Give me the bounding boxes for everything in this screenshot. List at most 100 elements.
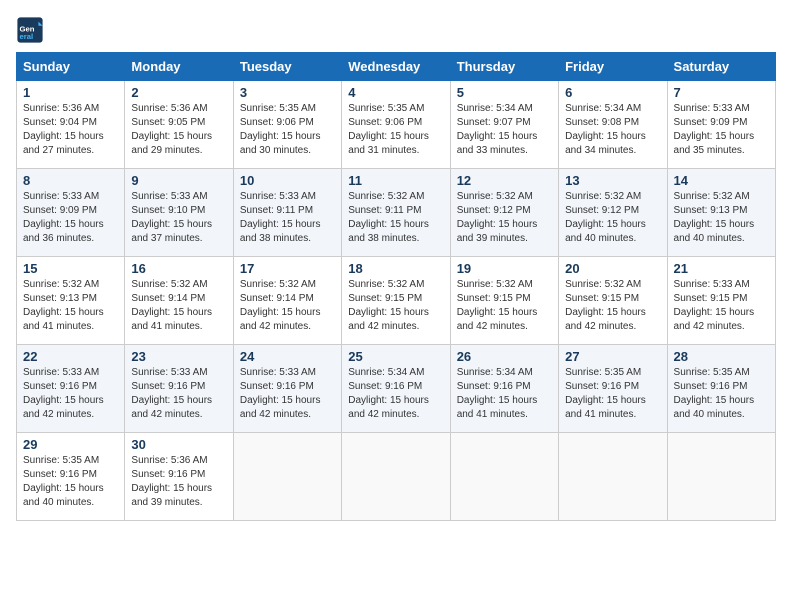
day-info: Sunrise: 5:33 AMSunset: 9:16 PMDaylight:… — [131, 366, 226, 422]
calendar-week-1: 1 Sunrise: 5:36 AMSunset: 9:04 PMDaylight… — [17, 81, 776, 169]
calendar-cell-23: 23 Sunrise: 5:33 AMSunset: 9:16 PMDayligh… — [125, 345, 233, 433]
day-number: 14 — [674, 173, 769, 188]
calendar-cell-10: 10 Sunrise: 5:33 AMSunset: 9:11 PMDayligh… — [233, 169, 341, 257]
day-number: 6 — [565, 85, 660, 100]
day-number: 25 — [348, 349, 443, 364]
day-number: 7 — [674, 85, 769, 100]
calendar-header-saturday: Saturday — [667, 53, 775, 81]
day-number: 21 — [674, 261, 769, 276]
calendar-cell-2: 2 Sunrise: 5:36 AMSunset: 9:05 PMDaylight… — [125, 81, 233, 169]
calendar-cell-16: 16 Sunrise: 5:32 AMSunset: 9:14 PMDayligh… — [125, 257, 233, 345]
day-number: 3 — [240, 85, 335, 100]
day-number: 2 — [131, 85, 226, 100]
day-info: Sunrise: 5:32 AMSunset: 9:12 PMDaylight:… — [565, 190, 660, 246]
calendar-cell-14: 14 Sunrise: 5:32 AMSunset: 9:13 PMDayligh… — [667, 169, 775, 257]
day-number: 19 — [457, 261, 552, 276]
day-number: 9 — [131, 173, 226, 188]
day-number: 16 — [131, 261, 226, 276]
svg-text:eral: eral — [20, 32, 34, 41]
day-info: Sunrise: 5:33 AMSunset: 9:09 PMDaylight:… — [674, 102, 769, 158]
day-info: Sunrise: 5:33 AMSunset: 9:11 PMDaylight:… — [240, 190, 335, 246]
day-number: 4 — [348, 85, 443, 100]
calendar-cell-13: 13 Sunrise: 5:32 AMSunset: 9:12 PMDayligh… — [559, 169, 667, 257]
calendar-cell-4: 4 Sunrise: 5:35 AMSunset: 9:06 PMDaylight… — [342, 81, 450, 169]
day-info: Sunrise: 5:33 AMSunset: 9:16 PMDaylight:… — [23, 366, 118, 422]
calendar-week-4: 22 Sunrise: 5:33 AMSunset: 9:16 PMDayligh… — [17, 345, 776, 433]
day-number: 22 — [23, 349, 118, 364]
day-info: Sunrise: 5:32 AMSunset: 9:15 PMDaylight:… — [457, 278, 552, 334]
calendar-cell-1: 1 Sunrise: 5:36 AMSunset: 9:04 PMDaylight… — [17, 81, 125, 169]
calendar-cell-8: 8 Sunrise: 5:33 AMSunset: 9:09 PMDaylight… — [17, 169, 125, 257]
day-number: 28 — [674, 349, 769, 364]
day-number: 11 — [348, 173, 443, 188]
day-number: 27 — [565, 349, 660, 364]
logo: Gen eral — [16, 16, 48, 44]
calendar-cell-21: 21 Sunrise: 5:33 AMSunset: 9:15 PMDayligh… — [667, 257, 775, 345]
calendar-cell-empty — [233, 433, 341, 521]
calendar-cell-22: 22 Sunrise: 5:33 AMSunset: 9:16 PMDayligh… — [17, 345, 125, 433]
page-header: Gen eral — [16, 16, 776, 44]
day-info: Sunrise: 5:36 AMSunset: 9:04 PMDaylight:… — [23, 102, 118, 158]
calendar-cell-17: 17 Sunrise: 5:32 AMSunset: 9:14 PMDayligh… — [233, 257, 341, 345]
day-number: 5 — [457, 85, 552, 100]
day-info: Sunrise: 5:35 AMSunset: 9:16 PMDaylight:… — [674, 366, 769, 422]
day-info: Sunrise: 5:36 AMSunset: 9:16 PMDaylight:… — [131, 454, 226, 510]
day-info: Sunrise: 5:32 AMSunset: 9:13 PMDaylight:… — [674, 190, 769, 246]
day-number: 10 — [240, 173, 335, 188]
day-number: 30 — [131, 437, 226, 452]
calendar-cell-3: 3Sunrise: 5:35 AMSunset: 9:06 PMDaylight… — [233, 81, 341, 169]
day-number: 1 — [23, 85, 118, 100]
day-number: 26 — [457, 349, 552, 364]
day-number: 20 — [565, 261, 660, 276]
calendar-cell-25: 25Sunrise: 5:34 AMSunset: 9:16 PMDayligh… — [342, 345, 450, 433]
calendar-cell-29: 29 Sunrise: 5:35 AMSunset: 9:16 PMDayligh… — [17, 433, 125, 521]
calendar-cell-20: 20 Sunrise: 5:32 AMSunset: 9:15 PMDayligh… — [559, 257, 667, 345]
calendar-cell-15: 15 Sunrise: 5:32 AMSunset: 9:13 PMDayligh… — [17, 257, 125, 345]
calendar-header-sunday: Sunday — [17, 53, 125, 81]
calendar-header-monday: Monday — [125, 53, 233, 81]
day-info: Sunrise: 5:32 AMSunset: 9:11 PMDaylight:… — [348, 190, 443, 246]
day-info: Sunrise: 5:32 AMSunset: 9:14 PMDaylight:… — [240, 278, 335, 334]
day-info: Sunrise: 5:32 AMSunset: 9:14 PMDaylight:… — [131, 278, 226, 334]
calendar-header-row: SundayMondayTuesdayWednesdayThursdayFrid… — [17, 53, 776, 81]
calendar-cell-11: 11 Sunrise: 5:32 AMSunset: 9:11 PMDayligh… — [342, 169, 450, 257]
calendar-week-3: 15 Sunrise: 5:32 AMSunset: 9:13 PMDayligh… — [17, 257, 776, 345]
day-number: 13 — [565, 173, 660, 188]
calendar-cell-empty — [667, 433, 775, 521]
day-number: 8 — [23, 173, 118, 188]
logo-icon: Gen eral — [16, 16, 44, 44]
day-info: Sunrise: 5:36 AMSunset: 9:05 PMDaylight:… — [131, 102, 226, 158]
calendar-week-5: 29 Sunrise: 5:35 AMSunset: 9:16 PMDayligh… — [17, 433, 776, 521]
calendar-cell-28: 28 Sunrise: 5:35 AMSunset: 9:16 PMDayligh… — [667, 345, 775, 433]
calendar-cell-6: 6 Sunrise: 5:34 AMSunset: 9:08 PMDaylight… — [559, 81, 667, 169]
calendar-cell-12: 12 Sunrise: 5:32 AMSunset: 9:12 PMDayligh… — [450, 169, 558, 257]
calendar-cell-18: 18Sunrise: 5:32 AMSunset: 9:15 PMDayligh… — [342, 257, 450, 345]
day-info: Sunrise: 5:33 AMSunset: 9:15 PMDaylight:… — [674, 278, 769, 334]
day-number: 15 — [23, 261, 118, 276]
day-number: 24 — [240, 349, 335, 364]
day-info: Sunrise: 5:33 AMSunset: 9:09 PMDaylight:… — [23, 190, 118, 246]
calendar-cell-19: 19 Sunrise: 5:32 AMSunset: 9:15 PMDayligh… — [450, 257, 558, 345]
calendar-cell-9: 9 Sunrise: 5:33 AMSunset: 9:10 PMDaylight… — [125, 169, 233, 257]
day-number: 29 — [23, 437, 118, 452]
day-info: Sunrise: 5:32 AMSunset: 9:13 PMDaylight:… — [23, 278, 118, 334]
day-info: Sunrise: 5:34 AMSunset: 9:16 PMDaylight:… — [457, 366, 552, 422]
calendar-header-friday: Friday — [559, 53, 667, 81]
day-info: Sunrise: 5:35 AMSunset: 9:16 PMDaylight:… — [23, 454, 118, 510]
day-number: 17 — [240, 261, 335, 276]
day-info: Sunrise: 5:32 AMSunset: 9:15 PMDaylight:… — [565, 278, 660, 334]
day-info: Sunrise: 5:34 AMSunset: 9:08 PMDaylight:… — [565, 102, 660, 158]
calendar-header-tuesday: Tuesday — [233, 53, 341, 81]
calendar-cell-empty — [559, 433, 667, 521]
day-info: Sunrise: 5:35 AMSunset: 9:06 PMDaylight:… — [348, 102, 443, 158]
day-number: 23 — [131, 349, 226, 364]
calendar-header-wednesday: Wednesday — [342, 53, 450, 81]
day-info: Sunrise: 5:34 AMSunset: 9:07 PMDaylight:… — [457, 102, 552, 158]
calendar-cell-30: 30 Sunrise: 5:36 AMSunset: 9:16 PMDayligh… — [125, 433, 233, 521]
day-info: Sunrise: 5:32 AMSunset: 9:12 PMDaylight:… — [457, 190, 552, 246]
day-number: 12 — [457, 173, 552, 188]
day-info: Sunrise: 5:33 AMSunset: 9:16 PMDaylight:… — [240, 366, 335, 422]
calendar-cell-26: 26 Sunrise: 5:34 AMSunset: 9:16 PMDayligh… — [450, 345, 558, 433]
day-info: Sunrise: 5:33 AMSunset: 9:10 PMDaylight:… — [131, 190, 226, 246]
calendar-week-2: 8 Sunrise: 5:33 AMSunset: 9:09 PMDaylight… — [17, 169, 776, 257]
